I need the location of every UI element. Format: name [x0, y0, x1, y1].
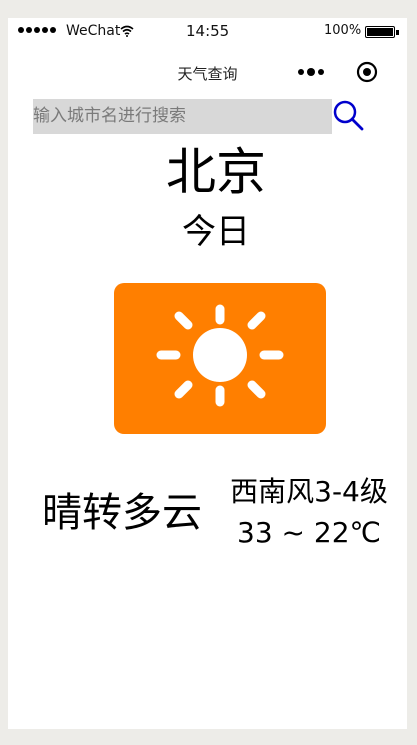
battery-fill [367, 28, 393, 36]
wind-info: 西南风3-4级 [230, 475, 388, 508]
carrier-name: WeChat [66, 23, 121, 39]
phone-screen: WeChat 14:55 100% 天气查询 北京 今日 [8, 18, 407, 729]
clock-time: 14:55 [186, 22, 230, 40]
city-name: 北京 [166, 143, 266, 201]
search-icon[interactable] [331, 98, 365, 132]
signal-strength-icon [18, 27, 56, 33]
status-bar: WeChat 14:55 100% [8, 18, 407, 46]
battery-icon [365, 26, 399, 38]
page-title: 天气查询 [177, 65, 238, 83]
temperature-range: 33 ~ 22℃ [237, 516, 381, 549]
navigation-bar: 天气查询 [8, 46, 407, 92]
wifi-icon [120, 25, 134, 37]
battery-percentage: 100% [324, 23, 362, 38]
city-search-input[interactable] [33, 99, 332, 134]
more-options-button[interactable] [298, 68, 324, 76]
close-miniprogram-icon[interactable] [356, 61, 378, 83]
weather-condition: 晴转多云 [42, 490, 202, 536]
day-label: 今日 [182, 212, 250, 252]
sunny-icon [114, 283, 326, 434]
